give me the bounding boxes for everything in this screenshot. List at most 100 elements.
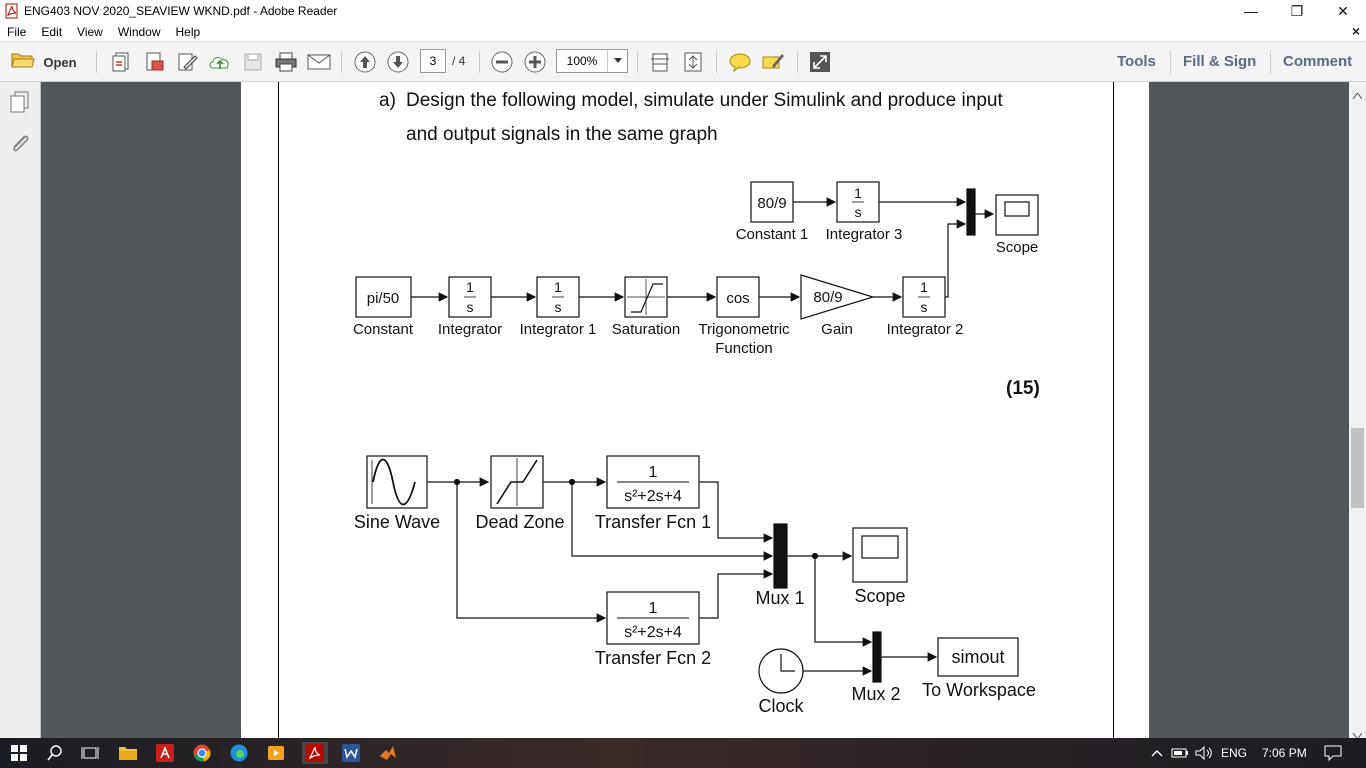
simulink-diagram-2: 1 s²+2s+4 1 s²+2s+4 simout Sine Wave Dea… xyxy=(354,455,1036,716)
zoom-select[interactable]: 100% xyxy=(556,49,628,73)
media-player-icon[interactable] xyxy=(265,742,287,764)
document-viewport[interactable]: a) Design the following model, simulate … xyxy=(41,82,1349,738)
upload-cloud-icon[interactable] xyxy=(207,50,233,74)
acrobat-taskbar-icon[interactable] xyxy=(154,742,176,764)
gain-value: 80/9 xyxy=(813,289,842,306)
scroll-thumb[interactable] xyxy=(1351,428,1364,508)
vertical-scrollbar[interactable] xyxy=(1349,82,1366,740)
folder-icon xyxy=(11,50,36,75)
full-screen-icon[interactable] xyxy=(807,50,833,74)
simout-value: simout xyxy=(951,647,1004,667)
create-pdf-icon[interactable] xyxy=(108,50,134,74)
toolbar-divider xyxy=(96,51,97,73)
previous-page-icon[interactable] xyxy=(352,50,378,74)
mux-2-block xyxy=(872,631,882,683)
zoom-in-icon[interactable] xyxy=(522,50,548,74)
scope-label: Scope xyxy=(996,239,1039,256)
sticky-note-icon[interactable] xyxy=(727,50,753,74)
matlab-icon[interactable] xyxy=(377,742,399,764)
integrator2-den: s xyxy=(921,299,928,315)
integrator1-num: 1 xyxy=(554,279,562,295)
comment-link[interactable]: Comment xyxy=(1283,42,1352,82)
battery-icon[interactable] xyxy=(1169,742,1191,764)
fit-page-icon[interactable] xyxy=(680,50,706,74)
adobe-reader-taskbar-icon[interactable] xyxy=(302,742,328,764)
page-total: / 4 xyxy=(452,54,466,68)
clock-label: Clock xyxy=(758,696,804,716)
windows-taskbar: ENG 7:06 PM xyxy=(0,738,1366,768)
navigation-pane xyxy=(0,82,41,738)
language-indicator[interactable]: ENG xyxy=(1221,746,1247,760)
mux-block xyxy=(966,188,976,236)
highlight-icon[interactable] xyxy=(760,50,786,74)
mux-2-label: Mux 2 xyxy=(851,684,900,704)
toolbar-divider xyxy=(797,51,798,73)
export-pdf-icon[interactable] xyxy=(141,50,167,74)
menu-help[interactable]: Help xyxy=(169,25,209,39)
word-icon[interactable] xyxy=(340,742,362,764)
edit-pdf-icon[interactable] xyxy=(174,50,200,74)
email-icon[interactable] xyxy=(306,50,332,74)
adobe-pdf-icon xyxy=(4,3,20,19)
dead-zone-label: Dead Zone xyxy=(475,512,564,532)
menu-view[interactable]: View xyxy=(70,25,111,39)
mux-1-block xyxy=(773,523,788,589)
tools-link[interactable]: Tools xyxy=(1117,42,1156,82)
tf2-label: Transfer Fcn 2 xyxy=(595,648,711,668)
chrome-icon[interactable] xyxy=(191,742,213,764)
windows-start-icon[interactable] xyxy=(8,742,30,764)
toolbar-divider xyxy=(341,51,342,73)
pdf-page: a) Design the following model, simulate … xyxy=(241,82,1149,738)
task-view-icon[interactable] xyxy=(79,742,101,764)
constant-value: pi/50 xyxy=(367,290,400,307)
zoom-value: 100% xyxy=(566,54,598,68)
close-document-button[interactable]: × xyxy=(1352,23,1360,39)
page-thumbnails-icon[interactable] xyxy=(8,90,32,119)
chevron-up-icon[interactable] xyxy=(1146,742,1168,764)
integrator1-den: s xyxy=(555,299,562,315)
question-line-2: and output signals in the same graph xyxy=(406,124,718,145)
close-window-button[interactable]: ✕ xyxy=(1320,0,1366,22)
saturation-label: Saturation xyxy=(612,321,680,338)
open-button[interactable]: Open xyxy=(6,50,82,74)
integrator3-label: Integrator 3 xyxy=(826,226,903,243)
minimize-button[interactable]: — xyxy=(1228,0,1274,22)
constant1-label: Constant 1 xyxy=(736,226,809,243)
notifications-icon[interactable] xyxy=(1322,742,1344,764)
constant-label: Constant xyxy=(353,321,414,338)
attachments-icon[interactable] xyxy=(8,132,32,161)
toolbar-divider xyxy=(1170,50,1171,74)
search-icon[interactable] xyxy=(44,742,66,764)
save-icon[interactable] xyxy=(240,50,266,74)
window-title: ENG403 NOV 2020_SEAVIEW WKND.pdf - Adobe… xyxy=(24,4,338,18)
toolbar-divider xyxy=(479,51,480,73)
adobe-reader-window: ENG403 NOV 2020_SEAVIEW WKND.pdf - Adobe… xyxy=(0,0,1366,768)
menu-bar: File Edit View Window Help × xyxy=(0,22,1366,42)
menu-edit[interactable]: Edit xyxy=(34,25,70,39)
menu-window[interactable]: Window xyxy=(111,25,169,39)
fill-sign-link[interactable]: Fill & Sign xyxy=(1183,42,1256,82)
zoom-out-icon[interactable] xyxy=(489,50,515,74)
print-icon[interactable] xyxy=(273,50,299,74)
edge-icon[interactable] xyxy=(228,742,250,764)
integrator-label: Integrator xyxy=(438,321,502,338)
toolbar-divider xyxy=(637,51,638,73)
trig-value: cos xyxy=(726,290,749,307)
tf2-den: s²+2s+4 xyxy=(624,624,682,641)
scroll-up-icon[interactable] xyxy=(1352,86,1363,104)
menu-file[interactable]: File xyxy=(0,25,34,39)
integrator-den: s xyxy=(467,299,474,315)
trig-label-2: Function xyxy=(715,340,773,357)
next-page-icon[interactable] xyxy=(385,50,411,74)
toolbar-divider xyxy=(716,51,717,73)
question-label: a) xyxy=(379,90,396,111)
file-explorer-icon[interactable] xyxy=(117,742,139,764)
clock-time[interactable]: 7:06 PM xyxy=(1262,746,1307,760)
integrator2-num: 1 xyxy=(920,279,928,295)
question-line-1: Design the following model, simulate und… xyxy=(406,90,1003,111)
volume-icon[interactable] xyxy=(1193,742,1215,764)
chevron-down-icon[interactable] xyxy=(607,50,627,72)
fit-width-icon[interactable] xyxy=(647,50,673,74)
maximize-button[interactable]: ❐ xyxy=(1274,0,1320,22)
page-number-input[interactable]: 3 xyxy=(420,49,446,73)
